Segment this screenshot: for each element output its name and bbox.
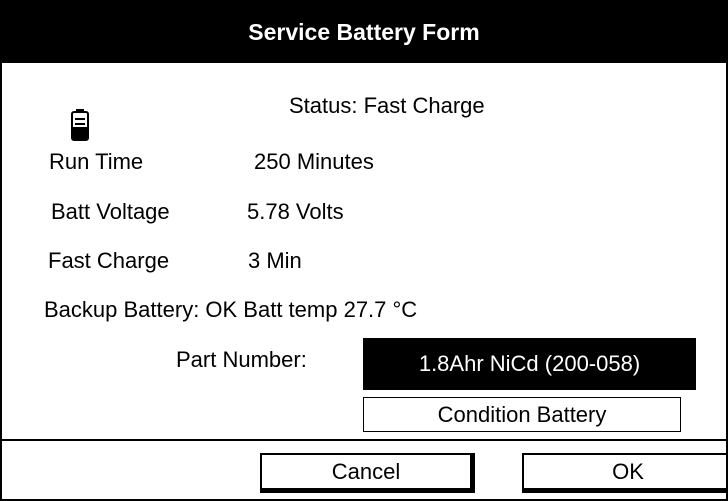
status-text: Status: Fast Charge <box>289 93 485 118</box>
part-number-select[interactable]: 1.8Ahr NiCd (200-058) <box>363 338 696 390</box>
ok-button[interactable]: OK <box>522 453 726 493</box>
part-number-label: Part Number: <box>176 347 307 372</box>
cancel-button[interactable]: Cancel <box>260 453 475 493</box>
run-time-value: 250 Minutes <box>254 149 374 174</box>
batt-voltage-label: Batt Voltage <box>51 199 170 224</box>
condition-battery-label: Condition Battery <box>437 401 607 427</box>
condition-battery-button[interactable]: Condition Battery <box>363 397 681 432</box>
cancel-button-label: Cancel <box>331 458 401 484</box>
dialog-title-bar: Service Battery Form <box>2 2 726 63</box>
fast-charge-label: Fast Charge <box>48 248 170 273</box>
service-battery-dialog: Service Battery Form Status: Fast Charge… <box>0 0 728 501</box>
part-number-value: 1.8Ahr NiCd (200-058) <box>418 351 641 376</box>
backup-battery-status: Backup Battery: OK Batt temp 27.7 °C <box>44 297 418 322</box>
divider <box>2 439 726 441</box>
run-time-label: Run Time <box>49 149 144 174</box>
dialog-title: Service Battery Form <box>248 19 480 45</box>
ok-button-label: OK <box>612 458 644 484</box>
batt-voltage-value: 5.78 Volts <box>247 199 344 224</box>
fast-charge-value: 3 Min <box>248 248 302 273</box>
battery-icon <box>71 109 89 141</box>
